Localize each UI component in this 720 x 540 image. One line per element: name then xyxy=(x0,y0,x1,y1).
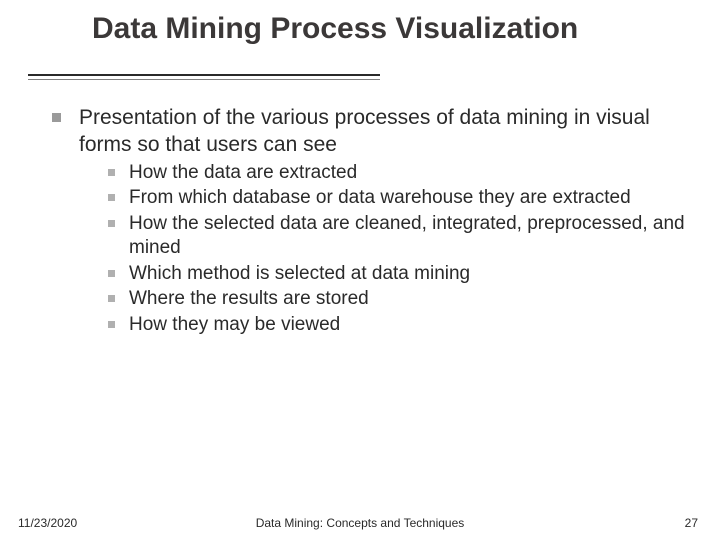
square-bullet-icon xyxy=(108,295,115,302)
bullet-level2: How the selected data are cleaned, integ… xyxy=(108,212,692,260)
square-bullet-icon xyxy=(108,321,115,328)
bullet-level2: How the data are extracted xyxy=(108,161,692,185)
content-area: Presentation of the various processes of… xyxy=(0,74,720,337)
bullet-level2: Where the results are stored xyxy=(108,287,692,311)
bullet-level1: Presentation of the various processes of… xyxy=(52,104,692,159)
bullet-level2-text: Where the results are stored xyxy=(129,287,369,311)
square-bullet-icon xyxy=(108,194,115,201)
bullet-level2-text: How they may be viewed xyxy=(129,313,340,337)
square-bullet-icon xyxy=(108,270,115,277)
square-bullet-icon xyxy=(108,220,115,227)
footer: 11/23/2020 Data Mining: Concepts and Tec… xyxy=(0,516,720,530)
bullet-level2: Which method is selected at data mining xyxy=(108,262,692,286)
footer-page-number: 27 xyxy=(685,516,698,530)
bullet-level2-list: How the data are extracted From which da… xyxy=(52,161,692,337)
footer-date: 11/23/2020 xyxy=(18,516,77,530)
square-bullet-icon xyxy=(52,113,61,122)
bullet-level2: From which database or data warehouse th… xyxy=(108,186,692,210)
bullet-level2-text: How the data are extracted xyxy=(129,161,357,185)
bullet-level2-text: Which method is selected at data mining xyxy=(129,262,470,286)
footer-center-text: Data Mining: Concepts and Techniques xyxy=(0,516,720,530)
bullet-level2-text: How the selected data are cleaned, integ… xyxy=(129,212,692,260)
bullet-level2: How they may be viewed xyxy=(108,313,692,337)
bullet-level1-text: Presentation of the various processes of… xyxy=(79,104,692,159)
square-bullet-icon xyxy=(108,169,115,176)
title-underline-icon xyxy=(28,74,380,80)
title-area: Data Mining Process Visualization xyxy=(0,0,720,74)
slide-title: Data Mining Process Visualization xyxy=(92,12,720,46)
slide: Data Mining Process Visualization Presen… xyxy=(0,0,720,540)
bullet-level2-text: From which database or data warehouse th… xyxy=(129,186,631,210)
